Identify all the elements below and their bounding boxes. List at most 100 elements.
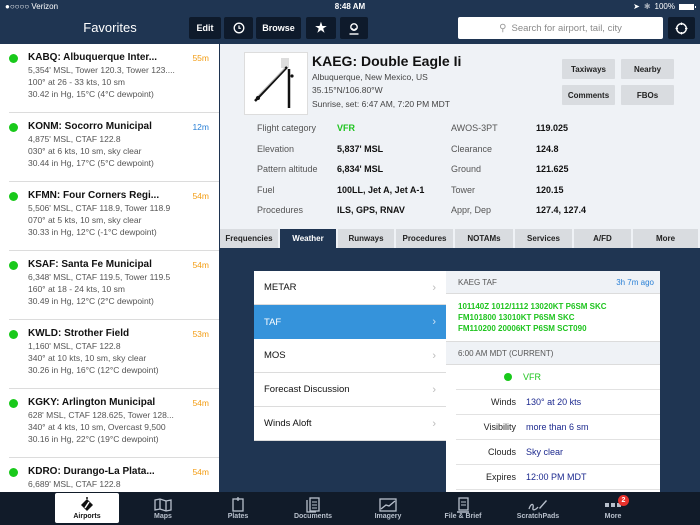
- wind-info-line: 070° at 5 kts, 10 sm, sky clear: [28, 215, 142, 225]
- tabbar-item-imagery[interactable]: Imagery: [356, 493, 420, 523]
- favorite-airport-item[interactable]: KGKY: Arlington Municipal 54m 628' MSL, …: [9, 389, 219, 458]
- locate-button[interactable]: [668, 17, 695, 39]
- frequency-value[interactable]: 120.15: [536, 185, 564, 195]
- chevron-right-icon: ›: [432, 281, 436, 294]
- frequency-value[interactable]: 127.4, 127.4: [536, 205, 586, 215]
- tab-notams[interactable]: NOTAMs: [455, 229, 513, 248]
- tabbar-item-file-brief[interactable]: File & Brief: [431, 493, 495, 523]
- taf-raw-line: FM101800 13010KT P6SM SKC: [458, 313, 575, 322]
- weather-menu-item-winds-aloft[interactable]: Winds Aloft ›: [254, 407, 446, 441]
- tabbar-label: ScratchPads: [516, 512, 560, 520]
- favorite-airport-item[interactable]: KSAF: Santa Fe Municipal 54m 6,348' MSL,…: [9, 251, 219, 320]
- favorite-airport-item[interactable]: KWLD: Strother Field 53m 1,160' MSL, CTA…: [9, 320, 219, 389]
- battery-icon: [679, 3, 696, 10]
- tabbar-label: Plates: [227, 512, 249, 520]
- altimeter-info-line: 30.49 in Hg, 12°C (2°C dewpoint): [28, 296, 154, 306]
- info-value: 5,837' MSL: [337, 143, 384, 154]
- airport-info-line: 1,160' MSL, CTAF 122.8: [28, 341, 121, 351]
- tab-weather[interactable]: Weather: [280, 229, 336, 248]
- imagery-icon: [379, 497, 397, 513]
- taf-panel: KAEG TAF 3h 7m ago 101140Z 1012/1112 130…: [446, 271, 660, 492]
- recent-button[interactable]: [224, 17, 253, 39]
- airport-name: KABQ: Albuquerque Inter...: [28, 52, 158, 63]
- frequency-value[interactable]: 119.025: [536, 123, 568, 133]
- frequency-label: Ground: [451, 164, 482, 174]
- info-label: Pattern altitude: [257, 164, 318, 174]
- tab-procedures[interactable]: Procedures: [396, 229, 453, 248]
- info-value: 100LL, Jet A, Jet A-1: [337, 184, 425, 195]
- vfr-status-dot: [9, 261, 18, 270]
- taf-age: 3h 7m ago: [616, 277, 654, 287]
- weather-menu-item-metar[interactable]: METAR ›: [254, 271, 446, 305]
- tabbar-item-plates[interactable]: Plates: [206, 493, 270, 523]
- favorites-button[interactable]: ★: [306, 17, 336, 39]
- tab-runways[interactable]: Runways: [338, 229, 394, 248]
- favorite-airport-item[interactable]: KFMN: Four Corners Regi... 54m 5,506' MS…: [9, 182, 219, 251]
- vfr-status-dot: [9, 192, 18, 201]
- weather-menu-item-taf[interactable]: TAF ›: [254, 305, 446, 339]
- airport-header: KAEG: Double Eagle Ii Albuquerque, New M…: [220, 44, 700, 229]
- fbos-button[interactable]: FBOs: [621, 85, 674, 105]
- favorite-airport-item[interactable]: KDRO: Durango-La Plata... 54m 6,689' MSL…: [9, 458, 219, 492]
- taxiways-button[interactable]: Taxiways: [562, 59, 615, 79]
- tabbar-item-airports[interactable]: Airports: [55, 493, 119, 523]
- tabbar-label: File & Brief: [444, 512, 482, 520]
- altimeter-info-line: 30.26 in Hg, 16°C (12°C dewpoint): [28, 365, 159, 375]
- favorites-list: KABQ: Albuquerque Inter... 55m 5,354' MS…: [0, 44, 219, 492]
- tabbar-item-documents[interactable]: Documents: [281, 493, 345, 523]
- airport-info-line: 5,506' MSL, CTAF 118.9, Tower 118.9: [28, 203, 171, 213]
- clock-icon: [233, 22, 244, 34]
- taf-title: KAEG TAF: [458, 277, 497, 287]
- comments-button[interactable]: Comments: [562, 85, 615, 105]
- menu-item-label: Winds Aloft: [264, 418, 312, 429]
- location-pin-icon: [349, 22, 359, 35]
- taf-detail-row: Expires 12:00 PM MDT: [456, 465, 660, 490]
- airport-name: KGKY: Arlington Municipal: [28, 397, 156, 408]
- clock: 8:48 AM: [334, 2, 366, 11]
- frequency-label: Appr, Dep: [451, 205, 492, 215]
- weather-age: 54m: [192, 191, 209, 201]
- nearby-button[interactable]: Nearby: [621, 59, 674, 79]
- scratchpad-icon: [528, 497, 548, 513]
- frequency-label: Clearance: [451, 143, 493, 154]
- tab-frequencies[interactable]: Frequencies: [220, 229, 278, 248]
- info-label: Procedures: [257, 205, 304, 215]
- frequency-value[interactable]: 121.625: [536, 164, 569, 174]
- info-label: Elevation: [257, 143, 295, 154]
- nearby-location-button[interactable]: [340, 17, 368, 39]
- search-input[interactable]: ⚲ Search for airport, tail, city: [458, 17, 663, 39]
- frequency-label: Tower: [451, 184, 476, 195]
- tabbar-item-scratchpads[interactable]: ScratchPads: [506, 493, 570, 523]
- browse-button[interactable]: Browse: [256, 17, 301, 39]
- edit-button[interactable]: Edit: [189, 17, 221, 39]
- airport-info-line: 628' MSL, CTAF 128.625, Tower 128...: [28, 410, 174, 420]
- airport-sun-times: Sunrise, set: 6:47 AM, 7:20 PM MDT: [312, 99, 450, 109]
- info-label: Flight category: [257, 123, 317, 133]
- tab-more[interactable]: More: [633, 229, 698, 248]
- menu-item-label: MOS: [264, 350, 286, 361]
- tabbar-label: Airports: [73, 512, 101, 520]
- tab-a-fd[interactable]: A/FD: [574, 229, 631, 248]
- vfr-status-dot: [9, 54, 18, 63]
- airport-diagram[interactable]: [244, 52, 308, 115]
- tabbar-item-maps[interactable]: Maps: [131, 493, 195, 523]
- weather-menu-item-mos[interactable]: MOS ›: [254, 339, 446, 373]
- weather-age: 54m: [192, 260, 209, 270]
- tabbar-item-more[interactable]: More 2: [581, 493, 645, 523]
- weather-menu-item-forecast-discussion[interactable]: Forecast Discussion ›: [254, 373, 446, 407]
- airport-info-line: 6,348' MSL, CTAF 119.5, Tower 119.5: [28, 272, 171, 282]
- search-icon: ⚲: [499, 22, 507, 34]
- info-value: VFR: [337, 123, 355, 133]
- detail-label: Expires: [485, 472, 516, 482]
- tabbar-label: Documents: [293, 512, 333, 520]
- tab-services[interactable]: Services: [515, 229, 572, 248]
- favorite-airport-item[interactable]: KONM: Socorro Municipal 12m 4,875' MSL, …: [9, 113, 219, 182]
- page-title: Favorites: [83, 20, 137, 35]
- favorite-airport-item[interactable]: KABQ: Albuquerque Inter... 55m 5,354' MS…: [9, 44, 219, 113]
- taf-raw-line: FM110200 20006KT P6SM SCT090: [458, 324, 587, 333]
- frequency-value[interactable]: 124.8: [536, 144, 559, 154]
- chevron-right-icon: ›: [432, 383, 436, 396]
- documents-icon: [306, 496, 320, 513]
- taf-detail-row: Visibility more than 6 sm: [456, 415, 660, 440]
- altimeter-info-line: 30.33 in Hg, 12°C (-1°C dewpoint): [28, 227, 157, 237]
